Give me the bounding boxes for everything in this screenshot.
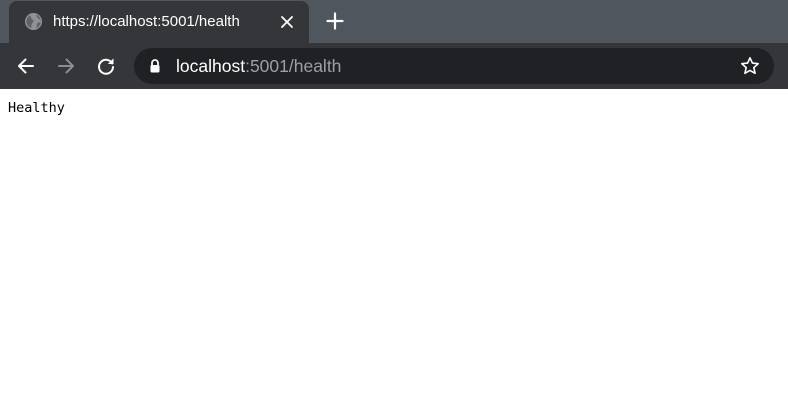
star-icon[interactable] — [740, 56, 760, 76]
globe-icon — [24, 12, 43, 31]
tab-title: https://localhost:5001/health — [53, 13, 240, 30]
browser-window: https://localhost:5001/health localhost:… — [0, 0, 788, 402]
close-icon[interactable] — [277, 12, 297, 32]
url-text[interactable]: localhost:5001/health — [176, 56, 341, 77]
reload-icon[interactable] — [94, 54, 118, 78]
browser-toolbar: localhost:5001/health — [0, 43, 788, 89]
lock-icon[interactable] — [147, 58, 163, 74]
url-host: localhost — [176, 56, 246, 76]
url-path: :5001/health — [245, 56, 342, 76]
tab-strip: https://localhost:5001/health — [0, 0, 788, 43]
page-content: Healthy — [0, 89, 788, 402]
browser-tab[interactable]: https://localhost:5001/health — [9, 1, 309, 43]
arrow-left-icon[interactable] — [14, 54, 38, 78]
address-bar[interactable]: localhost:5001/health — [134, 48, 774, 84]
health-status-text: Healthy — [8, 100, 65, 116]
plus-icon[interactable] — [323, 9, 347, 33]
arrow-right-icon[interactable] — [54, 54, 78, 78]
